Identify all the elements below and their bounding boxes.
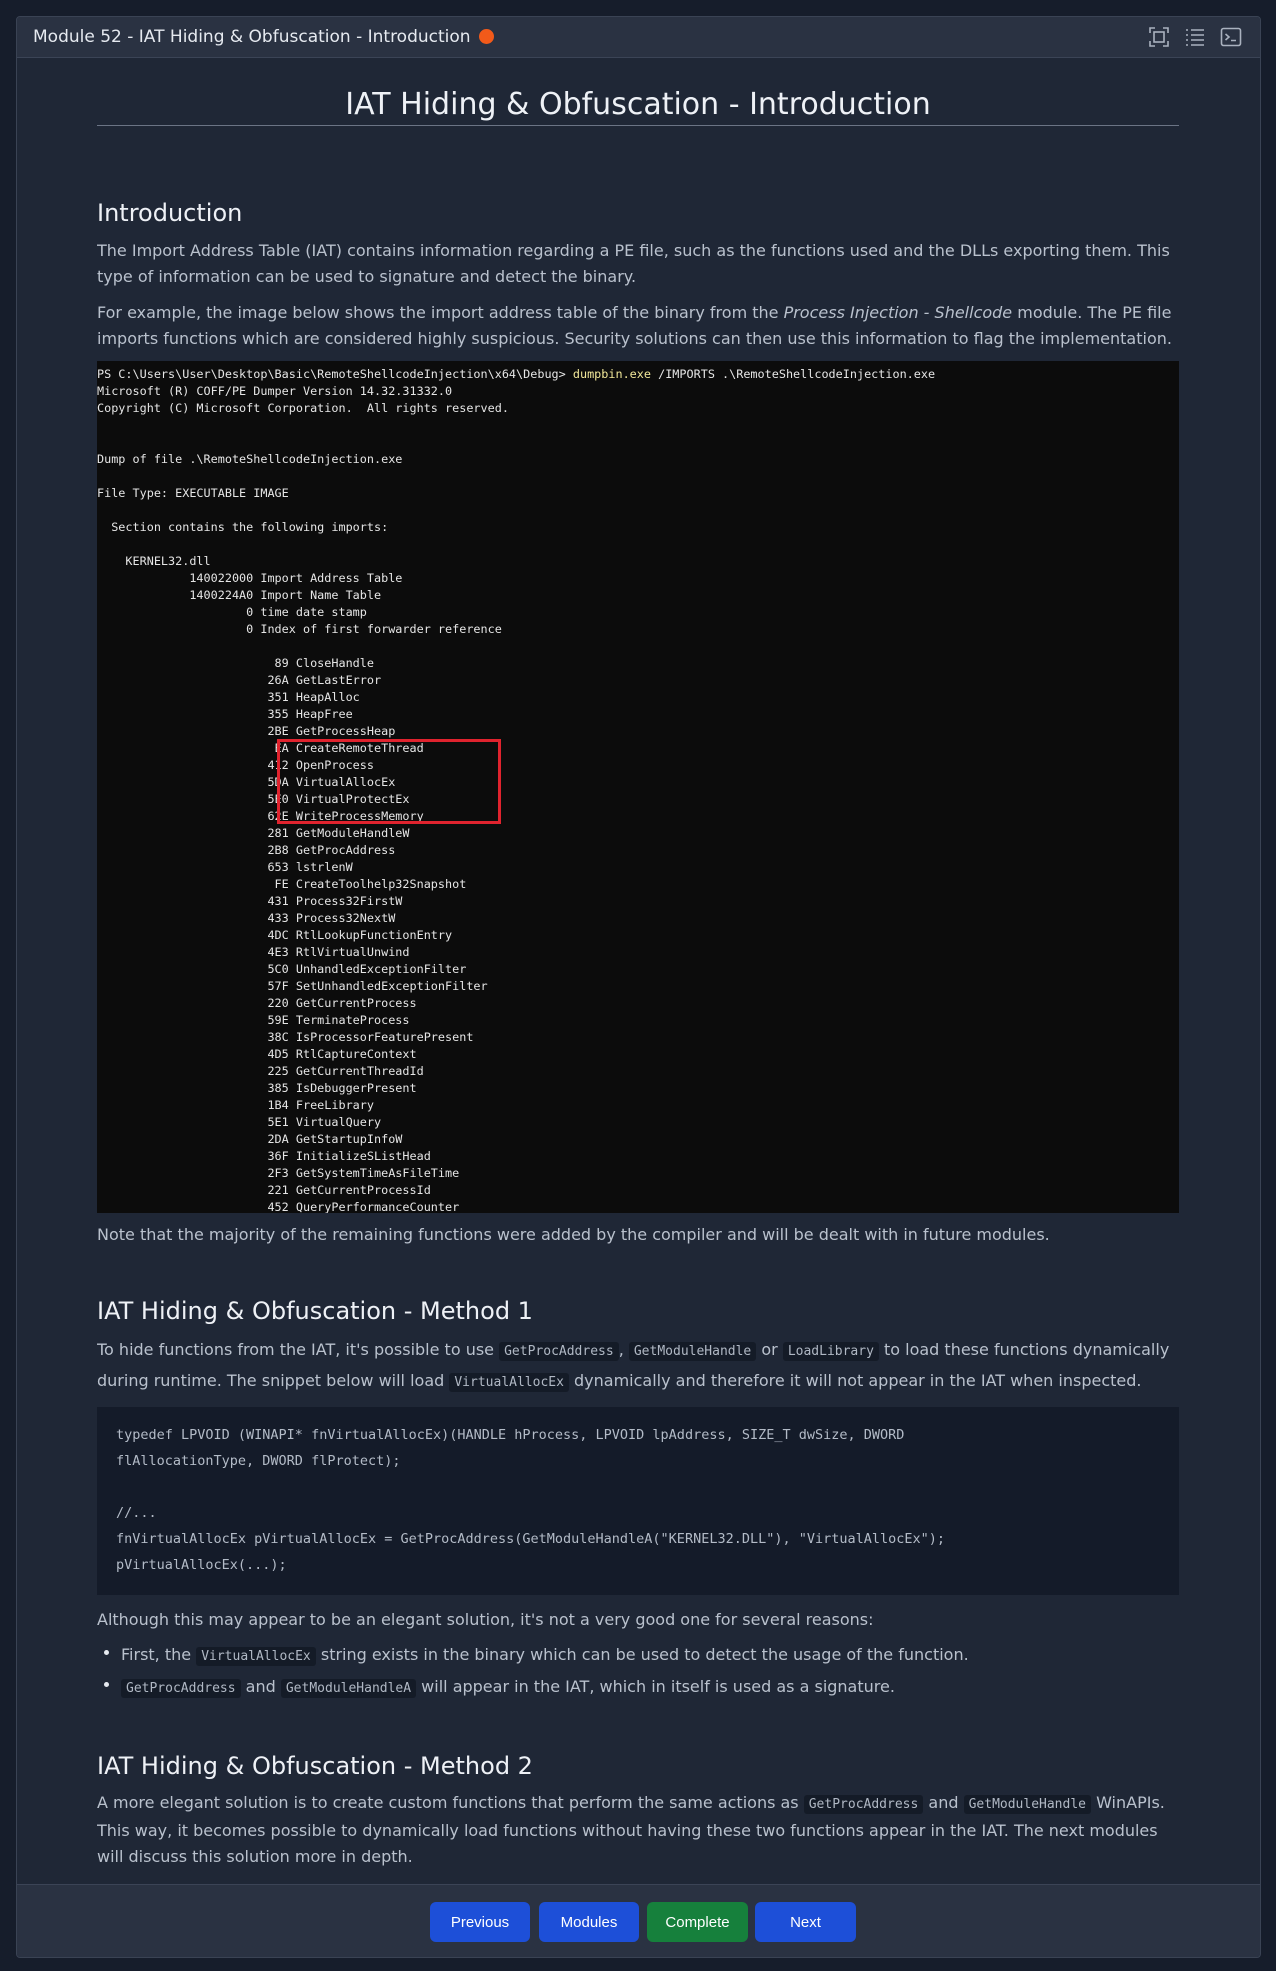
code-loadlibrary: LoadLibrary [782,1342,879,1361]
method2-text-b: and [923,1793,964,1812]
import-entry: 1B4 FreeLibrary [267,1098,374,1112]
method1-text-b: , [618,1340,629,1359]
code-getprocaddress: GetProcAddress [803,1795,924,1814]
section-heading-method-2: IAT Hiding & Obfuscation - Method 2 [97,1752,533,1780]
code-snippet[interactable]: typedef LPVOID (WINAPI* fnVirtualAllocEx… [97,1407,1179,1595]
bullet1-text-b: string exists in the binary which can be… [315,1645,969,1664]
import-entry: 355 HeapFree [267,707,353,721]
reasons-list: First, the VirtualAllocEx string exists … [97,1640,1179,1704]
import-entry: 225 GetCurrentThreadId [267,1064,424,1078]
navigation-footer: Previous Modules Complete Next [17,1884,1260,1957]
terminal-header-lines: Microsoft (R) COFF/PE Dumper Version 14.… [97,384,509,636]
module-title: Module 52 - IAT Hiding & Obfuscation - I… [33,27,494,47]
import-entry: 5E1 VirtualQuery [267,1115,382,1129]
list-icon[interactable] [1184,26,1206,48]
import-entry: 4D5 RtlCaptureContext [267,1047,417,1061]
import-entry: 2BE GetProcessHeap [267,724,396,738]
section-heading-introduction: Introduction [97,199,243,227]
code-getmodulehandlea: GetModuleHandleA [280,1679,417,1698]
module-title-text: Module 52 - IAT Hiding & Obfuscation - I… [33,27,471,47]
import-entry: 281 GetModuleHandleW [267,826,410,840]
dumpbin-screenshot: PS C:\Users\User\Desktop\Basic\RemoteShe… [97,361,1179,1213]
status-dot [478,29,494,44]
module-window: Module 52 - IAT Hiding & Obfuscation - I… [16,16,1261,1958]
next-button[interactable]: Next [755,1902,856,1942]
fullscreen-icon[interactable] [1148,26,1170,48]
import-entry: 2B8 GetProcAddress [267,843,396,857]
terminal-command: dumpbin.exe [572,367,651,381]
note-paragraph: Note that the majority of the remaining … [97,1225,1050,1244]
code-getprocaddress: GetProcAddress [499,1342,619,1361]
code-getmodulehandle: GetModuleHandle [628,1342,757,1361]
bullet2-text-a: and [240,1677,281,1696]
import-entry: 220 GetCurrentProcess [267,996,417,1010]
list-item: GetProcAddress and GetModuleHandleA will… [97,1672,1179,1704]
code-getprocaddress: GetProcAddress [121,1679,241,1698]
section-heading-method-1: IAT Hiding & Obfuscation - Method 1 [97,1297,533,1325]
import-entry: 57F SetUnhandledExceptionFilter [267,979,488,993]
terminal-icon[interactable] [1220,26,1242,48]
code-getmodulehandle: GetModuleHandle [963,1795,1091,1814]
modules-button[interactable]: Modules [539,1902,639,1942]
terminal-output: PS C:\Users\User\Desktop\Basic\RemoteShe… [97,361,1179,1213]
title-bar: Module 52 - IAT Hiding & Obfuscation - I… [17,17,1260,58]
import-entry: 5C0 UnhandledExceptionFilter [267,962,467,976]
code-virtualallocex: VirtualAllocEx [449,1373,569,1392]
import-entry: 221 GetCurrentProcessId [267,1183,431,1197]
method1-text-c: or [756,1340,783,1359]
complete-button[interactable]: Complete [647,1902,748,1942]
suspicious-imports-highlight [277,739,501,824]
intro-p2-module-name: Process Injection - Shellcode [783,303,1013,322]
method1-paragraph: To hide functions from the IAT, it's pos… [97,1335,1179,1397]
import-entry: 26A GetLastError [267,673,382,687]
list-item: First, the VirtualAllocEx string exists … [97,1640,1179,1672]
terminal-prompt: PS C:\Users\User\Desktop\Basic\RemoteShe… [97,367,573,381]
code-snippet-text: typedef LPVOID (WINAPI* fnVirtualAllocEx… [116,1427,946,1573]
previous-button[interactable]: Previous [430,1902,530,1942]
import-entry: 89 CloseHandle [274,656,374,670]
import-entry: 4DC RtlLookupFunctionEntry [267,928,453,942]
import-entry: 433 Process32NextW [267,911,396,925]
import-entry: 452 QueryPerformanceCounter [97,1200,460,1213]
bullet1-text-a: First, the [121,1645,197,1664]
import-entry: 351 HeapAlloc [267,690,360,704]
bullet2-text-b: will appear in the IAT, which in itself … [416,1677,895,1696]
method1-followup-paragraph: Although this may appear to be an elegan… [97,1610,874,1629]
import-entry: 38C IsProcessorFeaturePresent [267,1030,474,1044]
code-virtualallocex: VirtualAllocEx [196,1647,316,1666]
import-entry: 2DA GetStartupInfoW [267,1132,403,1146]
import-entry: 431 Process32FirstW [267,894,403,908]
lesson-content: IAT Hiding & Obfuscation - Introduction … [97,57,1179,1899]
import-entry: 4E3 RtlVirtualUnwind [267,945,410,959]
import-entry: 36F InitializeSListHead [267,1149,431,1163]
intro-p2-text-a: For example, the image below shows the i… [97,303,784,322]
terminal-args: /IMPORTS .\RemoteShellcodeInjection.exe [651,367,936,381]
import-entry: FE CreateToolhelp32Snapshot [274,877,467,891]
import-entry: 2F3 GetSystemTimeAsFileTime [267,1166,460,1180]
import-entry: 653 lstrlenW [267,860,353,874]
page-title: IAT Hiding & Obfuscation - Introduction [97,57,1179,126]
method2-text-a: A more elegant solution is to create cus… [97,1793,804,1812]
intro-paragraph-1: The Import Address Table (IAT) contains … [97,241,1170,286]
method1-text-a: To hide functions from the IAT, it's pos… [97,1340,500,1359]
method2-paragraph: A more elegant solution is to create cus… [97,1790,1179,1870]
import-entry: 59E TerminateProcess [267,1013,410,1027]
intro-paragraph-2: For example, the image below shows the i… [97,300,1179,352]
import-entry: 385 IsDebuggerPresent [267,1081,417,1095]
method1-text-e: dynamically and therefore it will not ap… [568,1371,1142,1390]
